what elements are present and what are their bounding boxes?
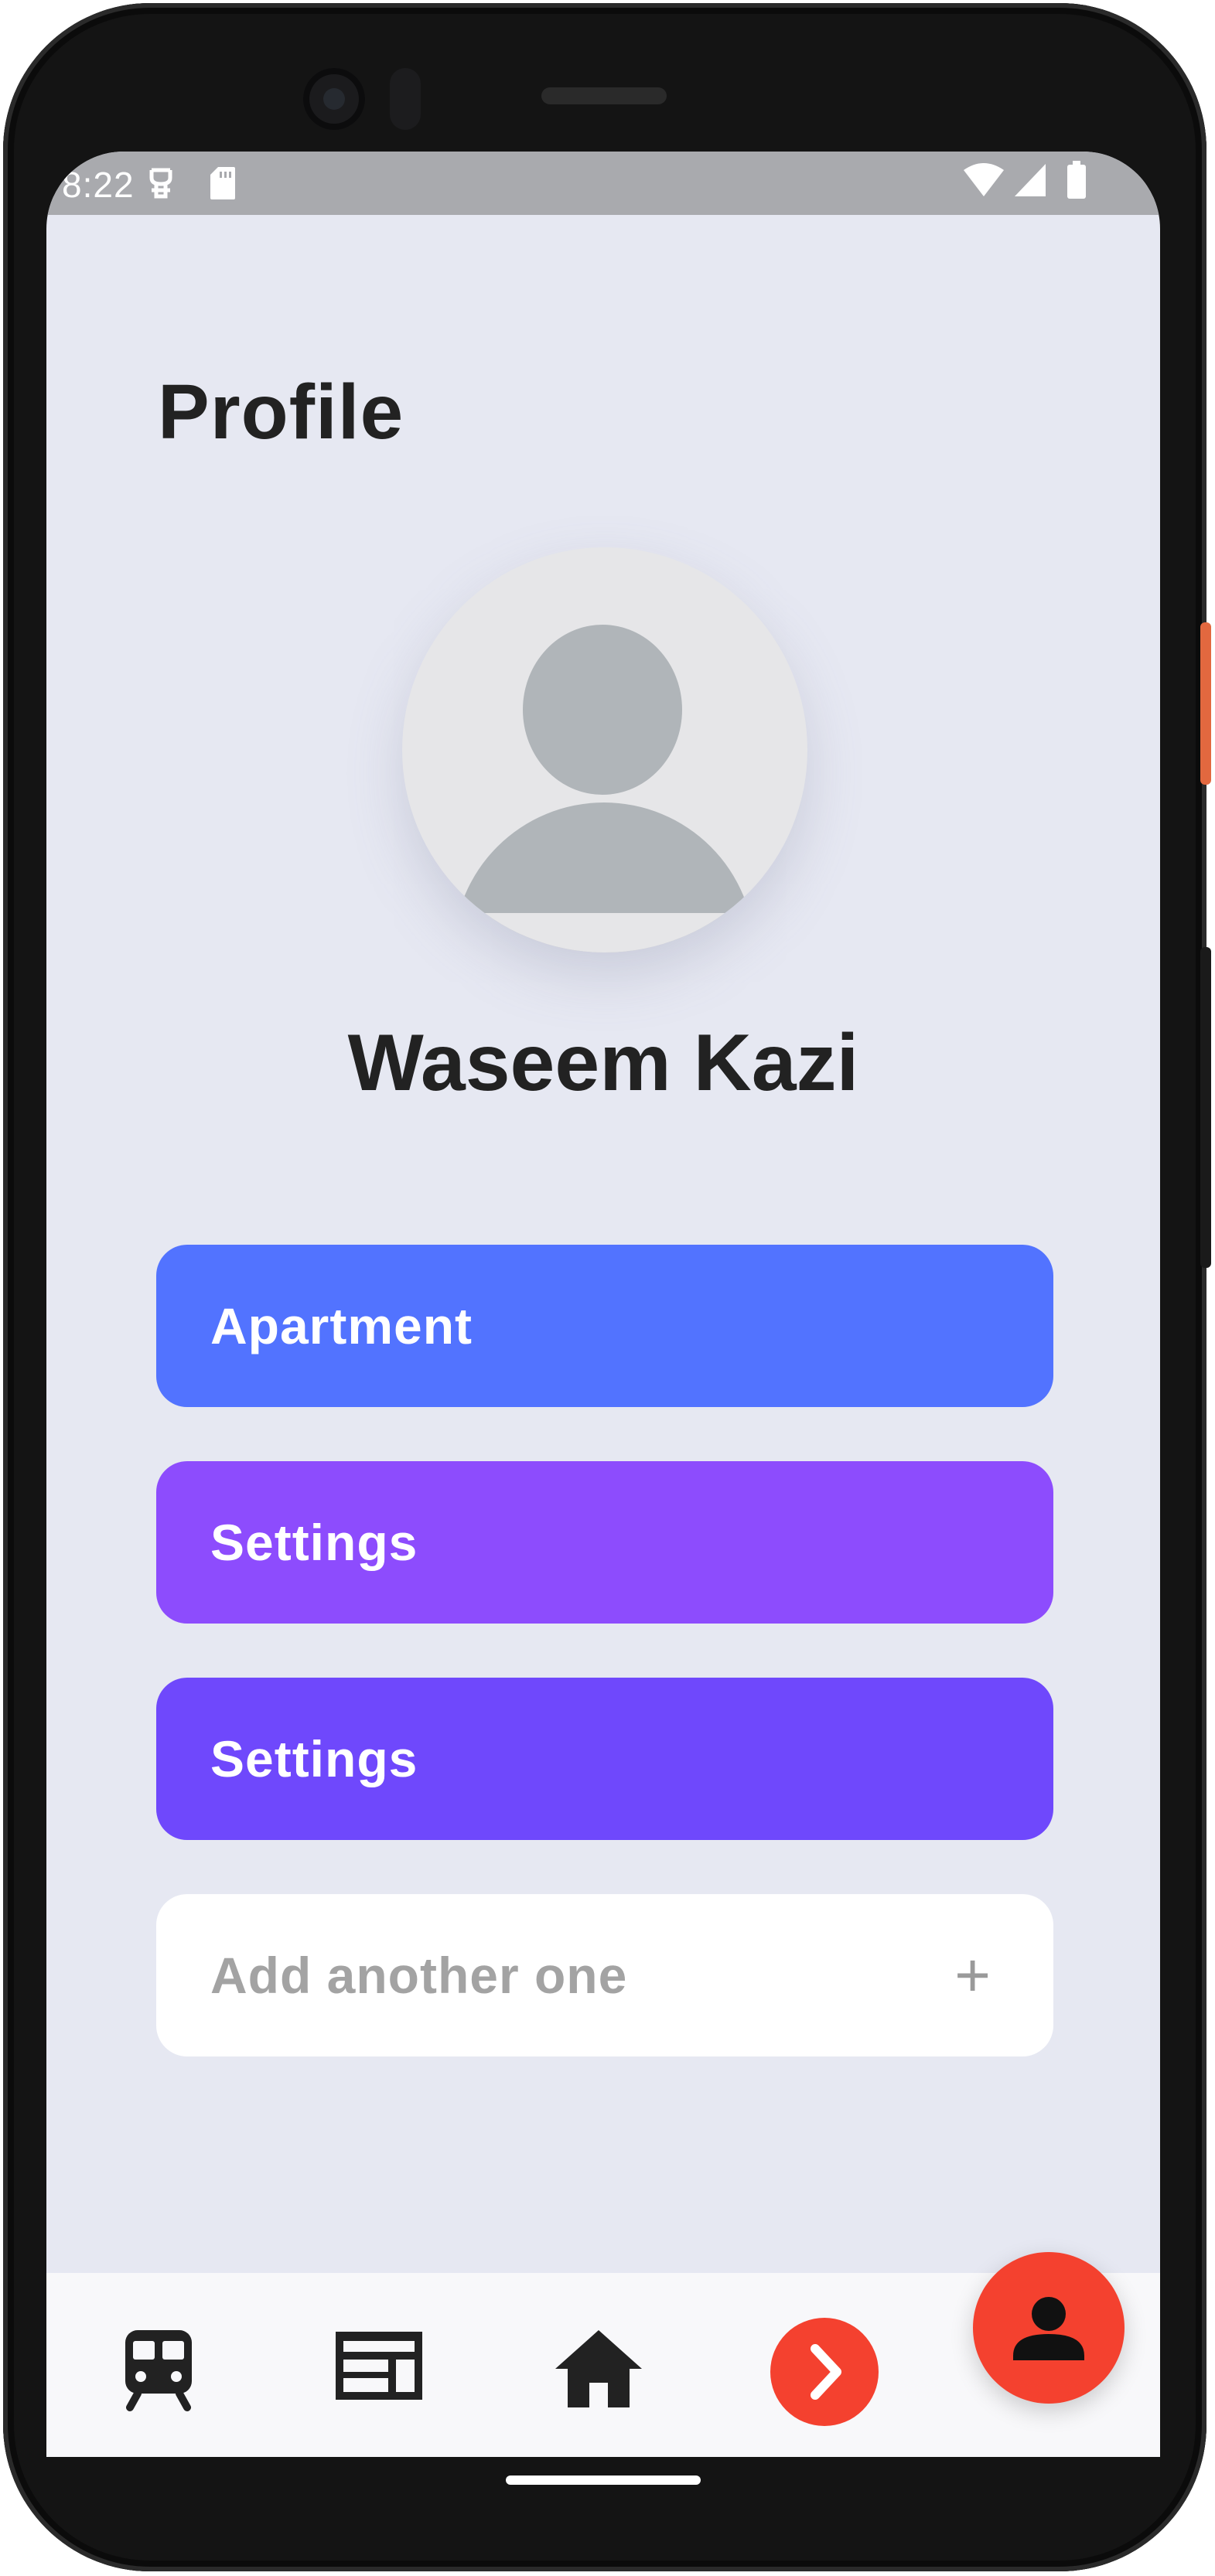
nav-home-tab[interactable] (552, 2327, 653, 2412)
notification-icon (145, 165, 176, 205)
home-icon (555, 2330, 642, 2407)
earpiece-speaker (541, 87, 667, 104)
wifi-icon (962, 162, 1005, 202)
add-another-button[interactable]: Add another one + (156, 1894, 1053, 2056)
nav-news-tab[interactable] (333, 2327, 433, 2412)
profile-fab[interactable] (973, 2252, 1125, 2404)
add-another-label: Add another one (210, 1947, 628, 2004)
status-bar: 8:22 (46, 152, 1160, 215)
news-icon (336, 2332, 422, 2400)
home-indicator[interactable] (506, 2475, 701, 2485)
screen: 8:22 Profile Waseem Kazi Apartment Setti… (46, 152, 1160, 2457)
proximity-sensor (390, 68, 421, 130)
sd-card-icon (209, 165, 237, 205)
battery-icon (1066, 161, 1087, 203)
settings-button-secondary-label: Settings (210, 1730, 418, 1787)
plus-icon: + (954, 1941, 991, 2009)
person-icon (1013, 2297, 1084, 2360)
power-button (1200, 622, 1211, 785)
signal-icon (1013, 162, 1047, 202)
nav-forward-button[interactable] (770, 2318, 879, 2426)
volume-button (1200, 947, 1211, 1268)
avatar-base (402, 913, 807, 952)
train-icon (125, 2330, 192, 2411)
status-time: 8:22 (62, 165, 135, 205)
avatar[interactable] (402, 547, 807, 952)
nav-train-tab[interactable] (116, 2327, 217, 2412)
apartment-button-label: Apartment (210, 1297, 473, 1354)
settings-button-secondary[interactable]: Settings (156, 1678, 1053, 1840)
apartment-button[interactable]: Apartment (156, 1245, 1053, 1407)
settings-button-label: Settings (210, 1514, 418, 1571)
page-title: Profile (158, 369, 404, 455)
person-placeholder-icon (523, 625, 682, 795)
chevron-right-icon (811, 2344, 841, 2400)
front-camera (303, 68, 365, 130)
user-name: Waseem Kazi (347, 1018, 859, 1108)
settings-button[interactable]: Settings (156, 1461, 1053, 1624)
